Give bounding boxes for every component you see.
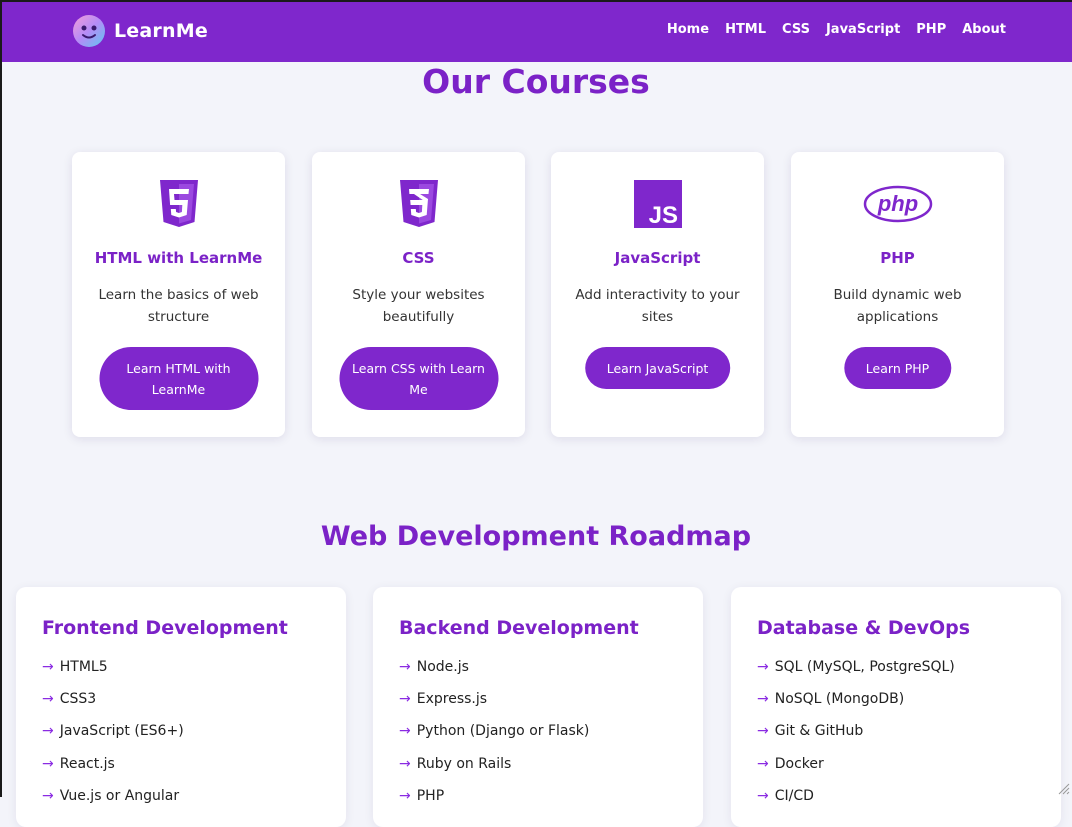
arrow-right-icon: →: [399, 787, 411, 804]
arrow-right-icon: →: [399, 723, 411, 740]
list-item: → Node.js: [399, 659, 469, 675]
list-item: → Docker: [757, 755, 824, 772]
svg-text:JS: JS: [648, 202, 677, 228]
arrow-right-icon: →: [399, 755, 411, 772]
list-item: → Vue.js or Angular: [42, 787, 180, 804]
list-item: → Ruby on Rails: [399, 755, 512, 772]
list-item: → PHP: [399, 787, 445, 804]
arrow-right-icon: →: [757, 787, 769, 804]
list-item: → SQL (MySQL, PostgreSQL): [757, 659, 955, 675]
course-description: Style your websites beautifully: [352, 287, 485, 325]
arrow-right-icon: →: [757, 723, 769, 740]
learn-css-button[interactable]: Learn CSS with Learn Me: [339, 347, 498, 410]
arrow-right-icon: →: [42, 723, 54, 740]
arrow-right-icon: →: [42, 755, 54, 772]
roadmap-card-title: Frontend Development: [42, 617, 288, 639]
arrow-right-icon: →: [399, 691, 411, 708]
course-card-html: HTML with LearnMe Learn the basics of we…: [72, 152, 285, 437]
list-item: → HTML5: [42, 659, 108, 675]
html5-icon: [72, 180, 285, 230]
svg-text:php: php: [876, 191, 917, 216]
nav-links: Home HTML CSS JavaScript PHP About: [667, 22, 1006, 37]
arrow-right-icon: →: [757, 755, 769, 772]
nav-link-home[interactable]: Home: [667, 22, 709, 37]
course-card-javascript: JS JavaScript Add interactivity to your …: [551, 152, 764, 437]
learn-php-button[interactable]: Learn PHP: [843, 347, 952, 389]
list-item: → JavaScript (ES6+): [42, 723, 184, 740]
course-description: Add interactivity to your sites: [575, 287, 740, 325]
roadmap-list: → Node.js → Express.js → Python (Django or …: [399, 659, 589, 820]
nav-link-about[interactable]: About: [962, 22, 1006, 37]
learn-javascript-button[interactable]: Learn JavaScript: [584, 347, 731, 389]
course-card-php: php PHP Build dynamic web applications L…: [791, 152, 1004, 437]
courses-title: Our Courses: [422, 62, 650, 101]
roadmap-list: → HTML5 → CSS3 → JavaScript (ES6+) → React.j…: [42, 659, 184, 820]
roadmap-list: → SQL (MySQL, PostgreSQL) → NoSQL (MongoDB…: [757, 659, 955, 820]
list-item: → CSS3: [42, 691, 97, 708]
window-border-top: [0, 0, 1072, 2]
roadmap-card-title: Database & DevOps: [757, 617, 971, 639]
course-card-css: CSS Style your websites beautifully Lear…: [312, 152, 525, 437]
course-name: CSS: [402, 249, 435, 267]
roadmap-card-title: Backend Development: [399, 617, 639, 639]
arrow-right-icon: →: [757, 659, 769, 675]
arrow-right-icon: →: [757, 691, 769, 708]
list-item: → Python (Django or Flask): [399, 723, 590, 740]
course-description: Learn the basics of web structure: [98, 287, 259, 325]
roadmap-card-frontend: Frontend Development → HTML5 → CSS3 → JavaS…: [16, 587, 346, 827]
roadmap-title: Web Development Roadmap: [320, 521, 752, 552]
php-icon: php: [791, 180, 1004, 230]
arrow-right-icon: →: [42, 659, 54, 675]
navbar: LearnMe Home HTML CSS JavaScript PHP Abo…: [2, 2, 1072, 62]
course-name: HTML with LearnMe: [94, 249, 263, 267]
course-name: PHP: [880, 249, 915, 267]
nav-link-php[interactable]: PHP: [916, 22, 946, 37]
list-item: → React.js: [42, 755, 115, 772]
roadmap-card-database-devops: Database & DevOps → SQL (MySQL, PostgreSQ…: [731, 587, 1061, 827]
learnme-logo-icon: [73, 15, 105, 47]
nav-link-css[interactable]: CSS: [782, 22, 810, 37]
window-border-left: [0, 0, 2, 797]
css3-icon: [312, 180, 525, 230]
course-description: Build dynamic web applications: [833, 287, 962, 325]
roadmap-card-backend: Backend Development → Node.js → Express.js…: [373, 587, 703, 827]
list-item: → Express.js: [399, 691, 488, 708]
arrow-right-icon: →: [42, 691, 54, 708]
list-item: → Git & GitHub: [757, 723, 864, 740]
arrow-right-icon: →: [399, 659, 411, 675]
js-icon: JS: [551, 180, 764, 230]
brand-logo[interactable]: LearnMe: [72, 14, 208, 48]
list-item: → NoSQL (MongoDB): [757, 691, 905, 708]
arrow-right-icon: →: [42, 787, 54, 804]
list-item: → CI/CD: [757, 787, 814, 804]
course-name: JavaScript: [614, 249, 701, 267]
resize-grip-icon[interactable]: [1056, 781, 1070, 795]
nav-link-html[interactable]: HTML: [725, 22, 766, 37]
nav-link-javascript[interactable]: JavaScript: [826, 22, 900, 37]
brand-name: LearnMe: [114, 20, 208, 42]
learn-html-button[interactable]: Learn HTML with LearnMe: [99, 347, 258, 410]
